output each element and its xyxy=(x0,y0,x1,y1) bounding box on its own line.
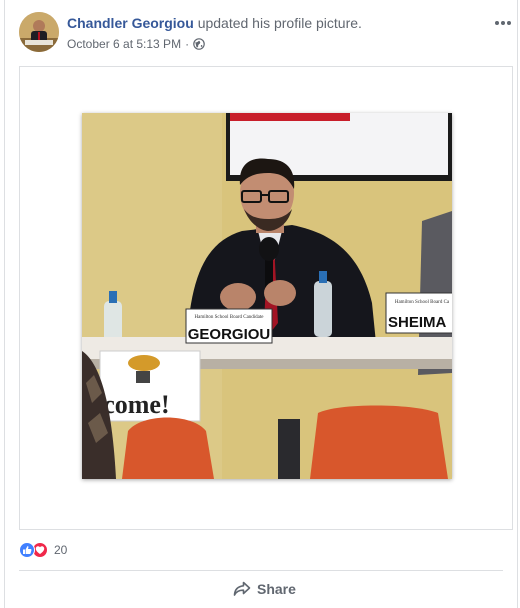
nameplate-center-text: GEORGIOU xyxy=(188,326,271,343)
svg-text:Hamilton School Board Ca: Hamilton School Board Ca xyxy=(395,300,450,305)
share-icon xyxy=(233,581,251,597)
actions-divider xyxy=(19,570,503,571)
post-header: Chandler Georgiou updated his profile pi… xyxy=(67,15,362,31)
reactions-summary[interactable]: 20 xyxy=(19,541,67,559)
like-reaction-icon xyxy=(19,542,35,558)
post-action-text: updated his profile picture. xyxy=(197,15,362,31)
profile-photo-frame: Hamilton School Board Candidate GEORGIOU… xyxy=(19,66,513,530)
share-label: Share xyxy=(257,581,296,597)
globe-icon[interactable] xyxy=(193,38,205,50)
reaction-count[interactable]: 20 xyxy=(54,543,67,557)
meta-separator: · xyxy=(185,37,190,51)
author-avatar[interactable] xyxy=(19,12,59,52)
post-meta: October 6 at 5:13 PM · xyxy=(67,37,205,51)
post-card: Chandler Georgiou updated his profile pi… xyxy=(4,0,518,608)
svg-text:Hamilton School Board Candidat: Hamilton School Board Candidate xyxy=(194,315,264,320)
more-options-icon[interactable] xyxy=(493,16,513,28)
nameplate-right-text: SHEIMA xyxy=(388,314,447,331)
post-timestamp[interactable]: October 6 at 5:13 PM xyxy=(67,37,181,51)
profile-photo[interactable]: Hamilton School Board Candidate GEORGIOU… xyxy=(82,113,452,479)
share-button[interactable]: Share xyxy=(233,581,296,597)
author-name-link[interactable]: Chandler Georgiou xyxy=(67,15,194,31)
